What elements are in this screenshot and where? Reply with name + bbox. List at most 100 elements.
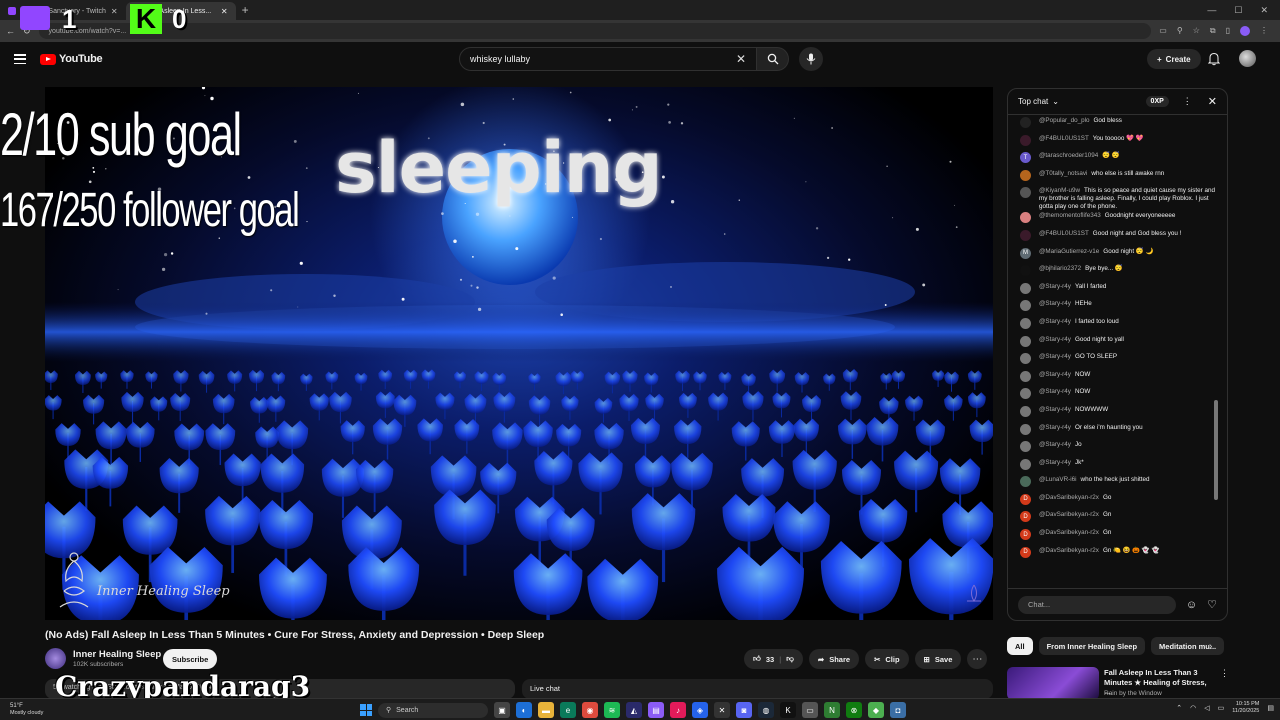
volume-icon[interactable]: ◁ — [1204, 704, 1209, 712]
chevron-right-icon[interactable]: › — [1209, 641, 1212, 652]
chat-message[interactable]: @themomentoflife343 Goodnight everyoneeee… — [1020, 211, 1222, 229]
chat-username[interactable]: @F4BUL0US1ST — [1039, 230, 1089, 237]
chat-username[interactable]: @Stary-r4y — [1039, 441, 1071, 448]
chat-message[interactable]: @Stary-r4y NOW — [1020, 370, 1222, 388]
chat-avatar[interactable]: D — [1020, 546, 1031, 558]
chat-message[interactable]: @Stary-r4y GO TO SLEEP — [1020, 352, 1222, 370]
recommendation-channel[interactable]: Rain by the Window — [1104, 690, 1162, 697]
wifi-icon[interactable]: ◠ — [1190, 704, 1196, 712]
chat-username[interactable]: @Stary-r4y — [1039, 459, 1071, 466]
back-icon[interactable]: ← — [6, 26, 15, 36]
chat-avatar[interactable] — [1020, 212, 1031, 224]
chat-username[interactable]: @Stary-r4y — [1039, 318, 1071, 325]
live-chat-section-header[interactable]: Live chat — [522, 679, 993, 699]
chat-username[interactable]: @bjhilario2372 — [1039, 265, 1081, 272]
taskbar-search[interactable]: ⚲ Search — [378, 702, 488, 718]
chat-username[interactable]: @LunaVR-i6i — [1039, 476, 1077, 483]
chat-message[interactable]: @Stary-r4y Jk* — [1020, 458, 1222, 476]
chat-message[interactable]: @T0tally_notsavi who else is still awake … — [1020, 169, 1222, 187]
chat-username[interactable]: @DavSaribekyan-r2x — [1039, 547, 1099, 554]
chat-avatar[interactable]: T — [1020, 152, 1031, 164]
app-icon[interactable]: ◘ — [890, 702, 906, 718]
chat-avatar[interactable] — [1020, 317, 1031, 329]
more-actions-icon[interactable]: ⋯ — [967, 649, 988, 669]
recommendation-more-icon[interactable]: ⋮ — [1220, 668, 1229, 679]
chat-avatar[interactable]: D — [1020, 529, 1031, 541]
edge-icon[interactable]: e — [560, 702, 576, 718]
chat-username[interactable]: @Stary-r4y — [1039, 300, 1071, 307]
chat-message[interactable]: @Stary-r4y NOWWWW — [1020, 405, 1222, 423]
chat-avatar[interactable] — [1020, 476, 1031, 488]
emoji-icon[interactable]: ☺ — [1186, 599, 1197, 611]
chat-avatar[interactable] — [1020, 169, 1031, 181]
chat-avatar[interactable] — [1020, 353, 1031, 365]
chat-username[interactable]: @F4BUL0US1ST — [1039, 135, 1089, 142]
channel-name[interactable]: Inner Healing Sleep — [73, 649, 161, 660]
clock[interactable]: 10:15 PM 11/20/2025 — [1232, 701, 1259, 715]
chat-message[interactable]: @Stary-r4y HEHe — [1020, 299, 1222, 317]
close-window-icon[interactable]: ✕ — [1260, 5, 1268, 16]
xp-badge[interactable]: 0XP — [1145, 96, 1169, 107]
chat-mode-selector[interactable]: Top chat — [1018, 97, 1048, 106]
chat-username[interactable]: @KiyanM-u9w — [1039, 187, 1080, 194]
profile-avatar-icon[interactable] — [1240, 26, 1250, 36]
chat-username[interactable]: @Stary-r4y — [1039, 388, 1071, 395]
chat-username[interactable]: @Stary-r4y — [1039, 336, 1071, 343]
chat-username[interactable]: @DavSaribekyan-r2x — [1039, 511, 1099, 518]
thumbs-down-icon[interactable]: 👎︎ — [786, 654, 794, 664]
close-tab-icon[interactable]: ✕ — [221, 7, 228, 16]
chat-message[interactable]: D @DavSaribekyan-r2x Gn — [1020, 510, 1222, 528]
file-explorer-icon[interactable]: ▬ — [538, 702, 554, 718]
chat-scrollbar[interactable] — [1214, 30, 1218, 500]
chat-avatar[interactable] — [1020, 300, 1031, 312]
chat-username[interactable]: @themomentoflife343 — [1039, 212, 1101, 219]
twitch-app-icon[interactable]: ▤ — [648, 702, 664, 718]
chat-input[interactable]: Chat... — [1018, 595, 1176, 614]
chat-avatar[interactable] — [1020, 423, 1031, 435]
chat-username[interactable]: @DavSaribekyan-r2x — [1039, 494, 1099, 501]
chat-message[interactable]: T @taraschroeder1094 😴 😴 — [1020, 151, 1222, 169]
chat-avatar[interactable] — [1020, 187, 1031, 199]
chat-message[interactable]: @Stary-r4y NOW — [1020, 387, 1222, 405]
discord-icon[interactable]: ◙ — [736, 702, 752, 718]
search-button[interactable] — [757, 47, 789, 71]
like-count[interactable]: 33 — [766, 655, 774, 664]
search-input[interactable]: whiskey lullaby ✕ — [459, 47, 757, 71]
chat-message[interactable]: @F4BUL0US1ST Good night and God bless you… — [1020, 229, 1222, 247]
recommendation-thumbnail[interactable] — [1007, 667, 1099, 700]
chat-message[interactable]: D @DavSaribekyan-r2x Go — [1020, 493, 1222, 511]
chat-message[interactable]: @F4BUL0US1ST You tooooo 💖 💖 — [1020, 134, 1222, 152]
app-icon[interactable]: ◈ — [692, 702, 708, 718]
create-button[interactable]: + Create — [1147, 49, 1201, 69]
chat-username[interactable]: @MariaGutierrez-v1e — [1039, 248, 1099, 255]
chat-avatar[interactable] — [1020, 117, 1031, 128]
chat-message-list[interactable]: @Popular_do_plo God bless @F4BUL0US1ST You … — [1008, 116, 1222, 584]
task-view-icon[interactable]: ▣ — [494, 702, 510, 718]
new-tab-button[interactable]: + — [242, 3, 249, 17]
chat-avatar[interactable] — [1020, 265, 1031, 277]
cast-icon[interactable]: ▭ — [1159, 26, 1167, 36]
chrome-icon[interactable]: ◉ — [582, 702, 598, 718]
chat-avatar[interactable] — [1020, 335, 1031, 347]
chat-avatar[interactable] — [1020, 441, 1031, 453]
chat-message[interactable]: M @MariaGutierrez-v1e Good night 😴 🌙 — [1020, 247, 1222, 265]
url-field[interactable]: youtube.com/watch?v=... — [38, 23, 1152, 39]
chat-scrollbar-thumb[interactable] — [1214, 400, 1218, 500]
subscribe-button[interactable]: Subscribe — [163, 649, 218, 669]
chat-message[interactable]: @Stary-r4y Or else i'm haunting you — [1020, 423, 1222, 441]
voice-search-button[interactable] — [799, 47, 823, 71]
tray-overflow-icon[interactable]: ⌃ — [1176, 704, 1182, 712]
chat-avatar[interactable]: D — [1020, 511, 1031, 523]
xbox-app-icon[interactable]: ⊗ — [846, 702, 862, 718]
chip-meditation[interactable]: Meditation mu... — [1151, 637, 1225, 655]
share-button[interactable]: ➦ Share — [808, 649, 860, 669]
chat-username[interactable]: @Stary-r4y — [1039, 353, 1071, 360]
tiktok-icon[interactable]: ♪ — [670, 702, 686, 718]
chat-message[interactable]: @Stary-r4y Jo — [1020, 440, 1222, 458]
app-icon[interactable]: N — [824, 702, 840, 718]
kick-app-icon[interactable]: K — [780, 702, 796, 718]
chat-avatar[interactable]: D — [1020, 493, 1031, 505]
app-icon[interactable]: ◆ — [868, 702, 884, 718]
chat-avatar[interactable] — [1020, 282, 1031, 294]
bookmark-star-icon[interactable]: ☆ — [1193, 26, 1200, 36]
